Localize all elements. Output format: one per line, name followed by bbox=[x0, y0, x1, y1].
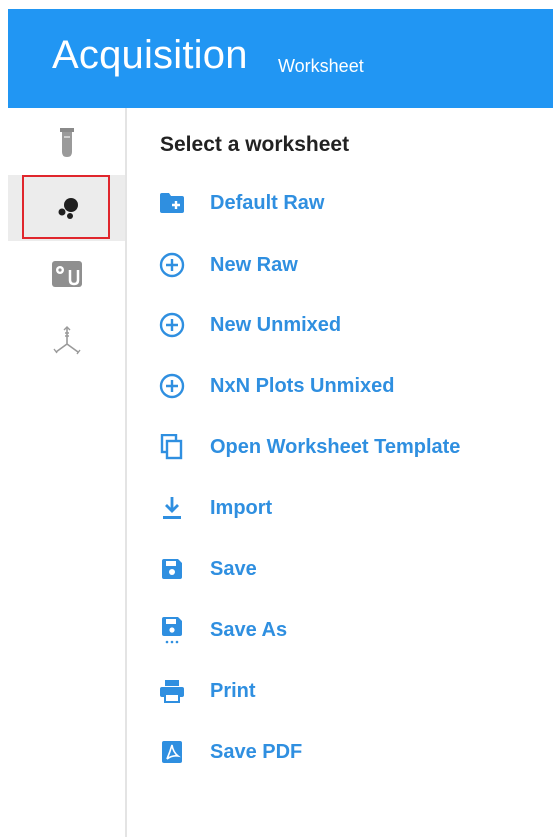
menu-item-label: Open Worksheet Template bbox=[210, 435, 461, 458]
sidebar-item-axes[interactable] bbox=[8, 307, 125, 373]
folder-plus-icon bbox=[157, 188, 187, 218]
save-as-icon bbox=[157, 615, 187, 645]
menu-item-nxn-plots-unmixed[interactable]: NxN Plots Unmixed bbox=[157, 366, 537, 406]
plus-circle-icon bbox=[157, 371, 187, 401]
plus-circle-icon bbox=[157, 310, 187, 340]
app-title: Acquisition bbox=[52, 33, 248, 77]
menu-item-save-pdf[interactable]: Save PDF bbox=[157, 732, 537, 772]
menu-item-label: New Raw bbox=[210, 253, 298, 276]
menu-item-label: New Unmixed bbox=[210, 313, 342, 336]
app-subtitle: Worksheet bbox=[278, 56, 364, 76]
sidebar bbox=[8, 108, 127, 837]
menu-item-import[interactable]: Import bbox=[157, 488, 537, 528]
menu-item-label: Save As bbox=[210, 618, 288, 641]
download-icon bbox=[157, 493, 187, 523]
copy-icon bbox=[157, 432, 187, 462]
menu-item-label: Save bbox=[210, 557, 257, 580]
menu-item-default-raw[interactable]: Default Raw bbox=[157, 183, 537, 223]
app-header: Acquisition Worksheet bbox=[8, 9, 553, 108]
print-icon bbox=[157, 676, 187, 706]
sidebar-item-worksheet[interactable] bbox=[8, 175, 125, 241]
axes-icon bbox=[52, 326, 81, 355]
menu-item-label: NxN Plots Unmixed bbox=[210, 374, 395, 397]
menu-item-label: Save PDF bbox=[210, 740, 303, 763]
menu-item-print[interactable]: Print bbox=[157, 671, 537, 711]
sidebar-item-tube[interactable] bbox=[8, 110, 125, 176]
menu-item-open-worksheet-template[interactable]: Open Worksheet Template bbox=[157, 427, 537, 467]
menu-item-new-raw[interactable]: New Raw bbox=[157, 245, 537, 285]
menu-item-new-unmixed[interactable]: New Unmixed bbox=[157, 305, 537, 345]
worksheet-panel: Select a worksheet Default Raw New Raw N… bbox=[127, 108, 553, 837]
dots-plot-icon bbox=[58, 198, 78, 219]
menu-item-save[interactable]: Save bbox=[157, 549, 537, 589]
menu-item-label: Import bbox=[210, 496, 273, 519]
sidebar-item-settings[interactable] bbox=[8, 241, 125, 307]
panel-title: Select a worksheet bbox=[160, 133, 350, 156]
settings-tube-icon bbox=[51, 261, 82, 287]
pdf-icon bbox=[157, 737, 187, 767]
menu-item-label: Default Raw bbox=[210, 191, 325, 214]
menu-item-save-as[interactable]: Save As bbox=[157, 610, 537, 650]
save-icon bbox=[157, 554, 187, 584]
tube-icon bbox=[59, 128, 74, 157]
menu-item-label: Print bbox=[210, 679, 256, 702]
plus-circle-icon bbox=[157, 250, 187, 280]
